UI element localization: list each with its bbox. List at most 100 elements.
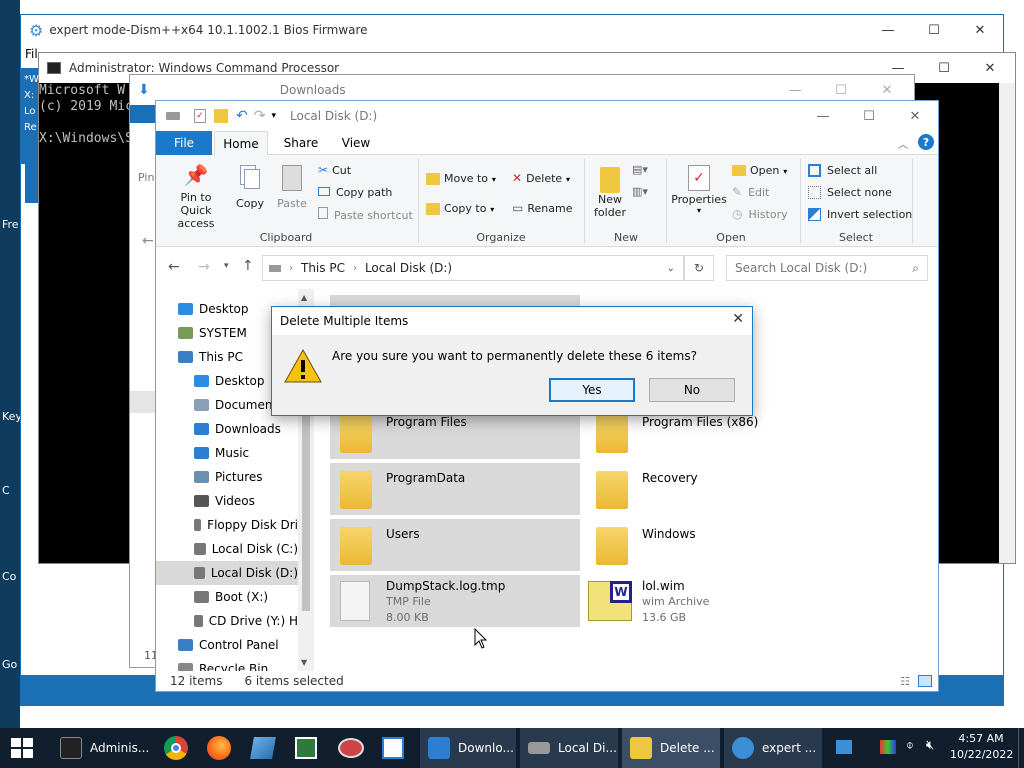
file-tile[interactable]: Users xyxy=(330,519,580,571)
nav-item[interactable]: Recycle Bin xyxy=(156,657,298,671)
taskbar-localdisk-button[interactable]: Local Di... xyxy=(520,728,618,768)
paste-shortcut-button[interactable]: Paste shortcut xyxy=(318,207,413,222)
file-tile[interactable]: DumpStack.log.tmp TMP File 8.00 KB xyxy=(330,575,580,627)
details-view-icon[interactable]: ☷ xyxy=(900,675,910,688)
select-all-button[interactable]: Select all xyxy=(808,163,877,177)
maximize-button[interactable]: ☐ xyxy=(921,53,967,83)
notepad-icon[interactable] xyxy=(250,737,276,759)
pin-to-quick-access-button[interactable]: 📌 Pin to Quick access xyxy=(160,163,232,230)
recent-locations-icon[interactable]: ▾ xyxy=(224,261,229,271)
move-to-button[interactable]: Move to ▾ xyxy=(426,171,496,185)
taskbar-dism-button[interactable]: expert ... xyxy=(724,728,822,768)
breadcrumb-this-pc[interactable]: This PC xyxy=(301,261,345,275)
paste-button[interactable]: Paste xyxy=(274,163,310,210)
edit-button[interactable]: ✎ Edit xyxy=(732,185,769,199)
tab-share[interactable]: Share xyxy=(276,131,326,155)
refresh-button[interactable]: ↻ xyxy=(684,255,714,281)
collapse-ribbon-icon[interactable]: ︿ xyxy=(898,136,908,151)
easy-access-icon[interactable]: ▥▾ xyxy=(632,185,648,198)
back-arrow-icon[interactable]: ← xyxy=(142,233,154,249)
volume-muted-icon[interactable]: 🔇︎ xyxy=(926,738,934,753)
file-tile[interactable]: ProgramData xyxy=(330,463,580,515)
desktop-label[interactable]: Go xyxy=(2,658,17,671)
breadcrumb-local-disk[interactable]: Local Disk (D:) xyxy=(365,261,452,275)
nav-item[interactable]: Local Disk (C:) xyxy=(156,537,298,561)
properties-dropdown-icon[interactable]: ▾ xyxy=(670,206,728,215)
file-tile[interactable]: Wlol.wim wim Archive 13.6 GB xyxy=(586,575,836,627)
tab-view[interactable]: View xyxy=(332,131,380,155)
select-none-button[interactable]: Select none xyxy=(808,185,892,199)
redo-icon[interactable]: ↷ xyxy=(254,108,266,124)
new-item-icon[interactable]: ▤▾ xyxy=(632,163,648,176)
app-icon[interactable] xyxy=(338,738,364,758)
help-icon[interactable]: ? xyxy=(918,134,934,150)
copy-to-button[interactable]: Copy to ▾ xyxy=(426,201,494,215)
cmd-scrollbar[interactable] xyxy=(999,83,1015,563)
yes-button[interactable]: Yes xyxy=(549,378,635,402)
usb-tray-icon[interactable]: ⌽ xyxy=(906,738,914,753)
network-tray-icon[interactable] xyxy=(836,740,852,754)
cut-button[interactable]: ✂ Cut xyxy=(318,163,351,177)
search-input[interactable]: Search Local Disk (D:) xyxy=(735,261,867,275)
up-arrow-icon[interactable]: ↑ xyxy=(242,258,254,274)
new-folder-qat-icon[interactable] xyxy=(214,109,228,123)
dism-menu[interactable]: Fil xyxy=(25,47,38,61)
start-button[interactable] xyxy=(10,737,34,759)
nav-item[interactable]: CD Drive (Y:) H xyxy=(156,609,298,633)
scroll-down-icon[interactable]: ▼ xyxy=(301,658,307,667)
dialog-close-button[interactable]: ✕ xyxy=(732,311,744,327)
desktop-label[interactable]: Key xyxy=(2,410,22,423)
forward-arrow-icon[interactable]: → xyxy=(198,259,210,275)
copy-path-button[interactable]: Copy path xyxy=(318,185,392,199)
rename-button[interactable]: ▭ Rename xyxy=(512,201,572,215)
close-button[interactable]: ✕ xyxy=(892,101,938,131)
nav-item[interactable]: Boot (X:) xyxy=(156,585,298,609)
clock[interactable]: 4:57 AM 10/22/2022 xyxy=(950,731,1013,763)
invert-selection-button[interactable]: Invert selection xyxy=(808,207,912,221)
maximize-button[interactable]: ☐ xyxy=(846,101,892,131)
history-button[interactable]: ◷ History xyxy=(732,207,788,221)
window-app-icon[interactable] xyxy=(382,737,404,759)
desktop-label[interactable]: Fre xyxy=(2,218,19,231)
scroll-up-icon[interactable]: ▲ xyxy=(301,293,307,302)
nav-item[interactable]: Videos xyxy=(156,489,298,513)
minimize-button[interactable]: — xyxy=(800,101,846,131)
open-button[interactable]: Open ▾ xyxy=(732,163,787,177)
tab-file[interactable]: File xyxy=(156,131,212,155)
close-button[interactable]: ✕ xyxy=(967,53,1013,83)
new-folder-button[interactable]: New folder xyxy=(590,163,630,219)
no-button[interactable]: No xyxy=(649,378,735,402)
minimize-button[interactable]: — xyxy=(865,15,911,45)
file-tile[interactable]: Recovery xyxy=(586,463,836,515)
color-tray-icon[interactable] xyxy=(880,740,896,754)
nav-item[interactable]: Pictures xyxy=(156,465,298,489)
address-bar[interactable]: › This PC › Local Disk (D:) ⌄ xyxy=(262,255,684,281)
large-icons-view-icon[interactable] xyxy=(918,675,932,687)
search-box[interactable]: Search Local Disk (D:) ⌕ xyxy=(726,255,928,281)
dism-side-button[interactable] xyxy=(25,163,39,203)
nav-item[interactable]: Control Panel xyxy=(156,633,298,657)
taskbar-cmd-button[interactable]: Adminis... xyxy=(52,728,150,768)
address-dropdown-icon[interactable]: ⌄ xyxy=(667,263,675,274)
chart-app-icon[interactable] xyxy=(295,737,317,759)
desktop-label[interactable]: C xyxy=(2,484,10,497)
nav-item[interactable]: Local Disk (D:) xyxy=(156,561,298,585)
taskbar-delete-button[interactable]: Delete ... xyxy=(622,728,720,768)
copy-button[interactable]: Copy xyxy=(234,163,266,210)
downloads-file-tab[interactable] xyxy=(130,105,156,123)
taskbar-downloads-button[interactable]: Downlo... xyxy=(420,728,516,768)
maximize-button[interactable]: ☐ xyxy=(911,15,957,45)
properties-button[interactable]: ✓ Properties ▾ xyxy=(670,163,728,215)
show-desktop-button[interactable] xyxy=(1018,728,1024,768)
properties-qat-icon[interactable]: ✓ xyxy=(194,109,206,123)
nav-item[interactable]: Music xyxy=(156,441,298,465)
back-arrow-icon[interactable]: ← xyxy=(168,259,180,275)
close-button[interactable]: ✕ xyxy=(957,15,1003,45)
delete-button[interactable]: ✕ Delete ▾ xyxy=(512,171,570,185)
desktop-label[interactable]: Co xyxy=(2,570,16,583)
undo-icon[interactable]: ↶ xyxy=(236,108,248,124)
nav-item[interactable]: Downloads xyxy=(156,417,298,441)
nav-item[interactable]: Floppy Disk Dri xyxy=(156,513,298,537)
chrome-icon[interactable] xyxy=(164,736,188,760)
file-tile[interactable]: Windows xyxy=(586,519,836,571)
